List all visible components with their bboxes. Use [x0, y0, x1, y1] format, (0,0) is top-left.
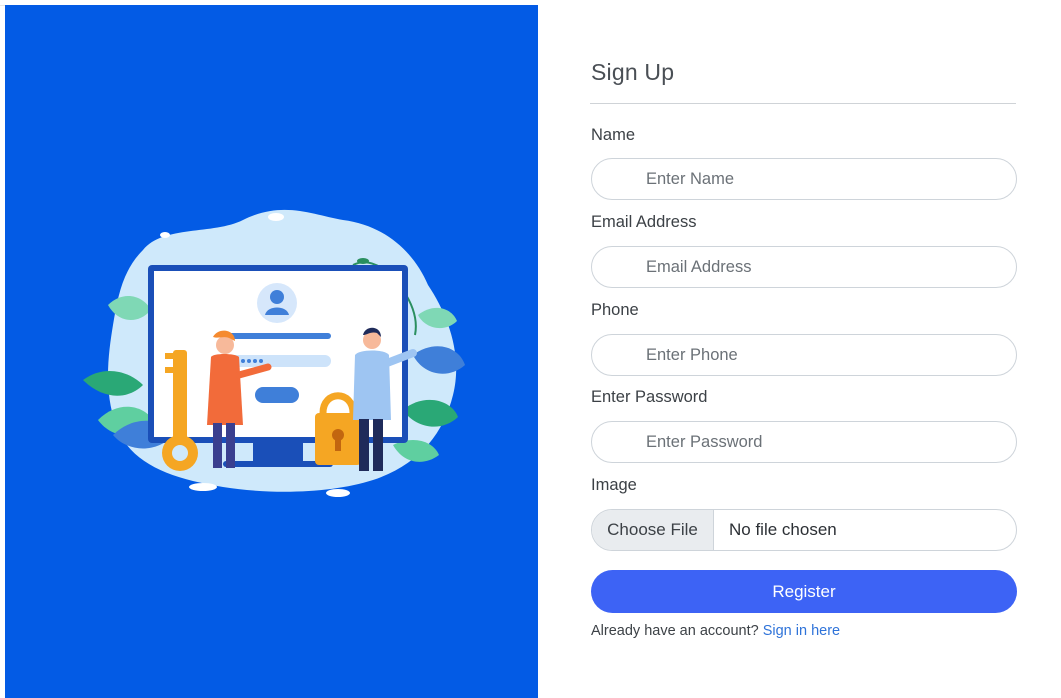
password-label: Enter Password	[591, 388, 708, 406]
form-title: Sign Up	[591, 59, 675, 85]
phone-label: Phone	[591, 301, 639, 319]
image-label: Image	[591, 476, 637, 494]
signin-prompt: Already have an account?	[591, 623, 759, 639]
illustration-panel	[5, 5, 538, 698]
name-label: Name	[591, 126, 636, 144]
secure-login-illustration	[83, 209, 465, 497]
choose-file-button[interactable]: Choose File	[592, 510, 714, 550]
image-file-input[interactable]: Choose File No file chosen	[591, 509, 1017, 551]
email-input[interactable]	[591, 246, 1017, 288]
phone-input[interactable]	[591, 334, 1017, 376]
name-input[interactable]	[591, 158, 1017, 200]
password-input[interactable]	[591, 421, 1017, 463]
signin-row: Already have an account? Sign in here	[591, 623, 840, 639]
register-button[interactable]: Register	[591, 570, 1017, 613]
signup-page: Sign Up Name Email Address Phone Enter P…	[0, 0, 1061, 698]
signup-form-panel: Sign Up Name Email Address Phone Enter P…	[538, 5, 1061, 698]
signin-link[interactable]: Sign in here	[763, 623, 840, 639]
email-label: Email Address	[591, 213, 697, 231]
title-divider	[590, 103, 1016, 104]
file-status-text: No file chosen	[729, 520, 837, 539]
